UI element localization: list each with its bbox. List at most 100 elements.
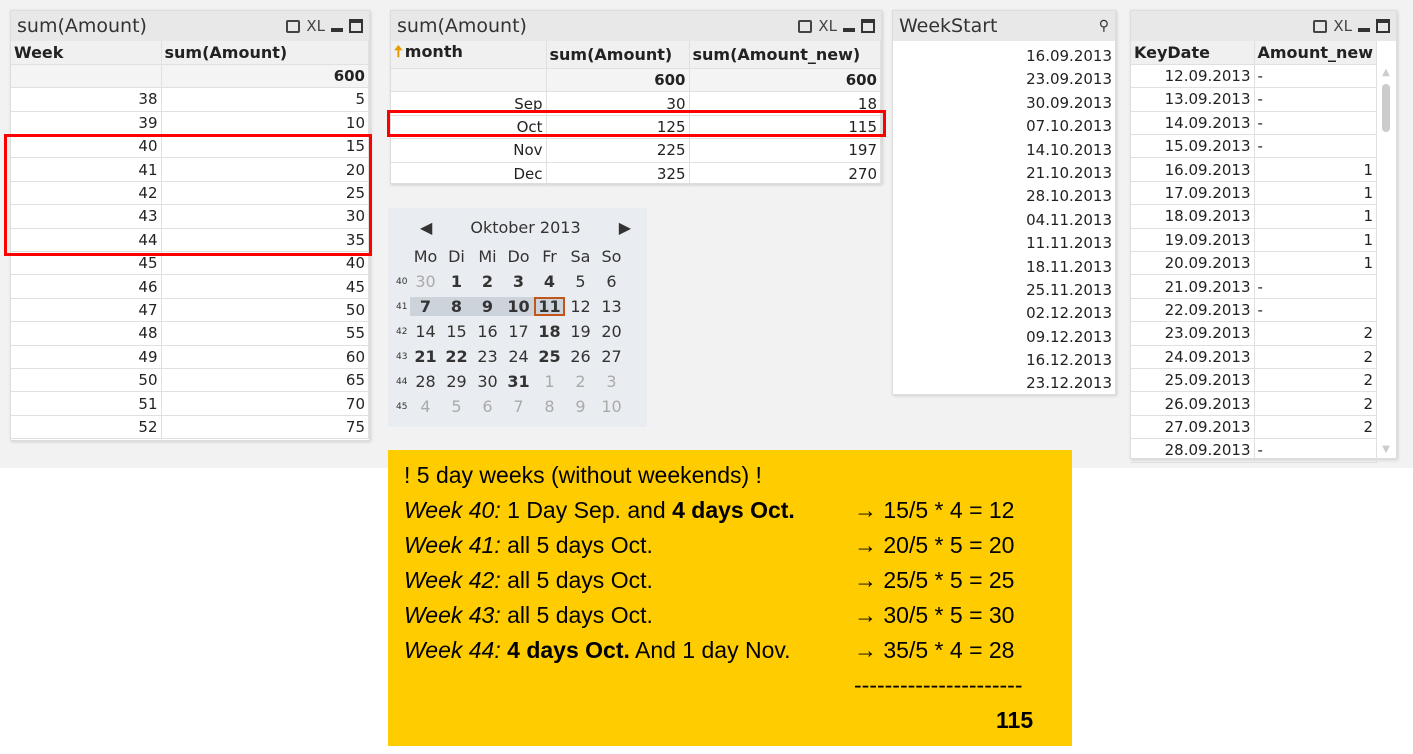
next-month-icon[interactable]: ▶ bbox=[619, 218, 631, 237]
table-cell: 16.09.2013 bbox=[1131, 157, 1255, 182]
excel-export-icon[interactable]: XL bbox=[818, 17, 837, 35]
maximize-icon[interactable] bbox=[1376, 19, 1390, 33]
scrollbar-thumb[interactable] bbox=[1382, 84, 1390, 132]
search-icon[interactable]: ⚲ bbox=[1099, 18, 1109, 34]
table-row: 25.09.2013 2 bbox=[1131, 368, 1377, 393]
calendar-day[interactable]: 19 bbox=[565, 322, 596, 341]
table-row: 20.09.2013 1 bbox=[1131, 251, 1377, 276]
calendar-day[interactable]: 2 bbox=[472, 272, 503, 291]
calendar-day[interactable]: 6 bbox=[472, 397, 503, 416]
calendar-day[interactable]: 30 bbox=[472, 372, 503, 391]
list-item[interactable]: 23.12.2013 bbox=[893, 372, 1115, 395]
calendar-day[interactable]: 13 bbox=[596, 297, 627, 316]
calendar-day[interactable]: 6 bbox=[596, 272, 627, 291]
list-item[interactable]: 18.11.2013 bbox=[893, 256, 1115, 279]
calendar-day[interactable]: 24 bbox=[503, 347, 534, 366]
table-cell: - bbox=[1254, 87, 1377, 112]
calendar-day[interactable]: 28 bbox=[410, 372, 441, 391]
calendar-day[interactable]: 3 bbox=[596, 372, 627, 391]
sort-arrow-icon[interactable]: 🠅 bbox=[394, 42, 403, 61]
calendar-day[interactable]: 23 bbox=[472, 347, 503, 366]
calendar-day[interactable]: 15 bbox=[441, 322, 472, 341]
list-item[interactable]: 21.10.2013 bbox=[893, 162, 1115, 185]
column-header[interactable]: Week bbox=[11, 41, 162, 65]
list-item[interactable]: 11.11.2013 bbox=[893, 232, 1115, 255]
column-header-label: Amount_new bbox=[1257, 42, 1374, 62]
calendar-week-row: 42 14 15 16 17 18 19 20 bbox=[396, 319, 627, 344]
list-item[interactable]: 16.09.2013 bbox=[893, 45, 1115, 68]
calendar-day[interactable]: 31 bbox=[503, 372, 534, 391]
calendar-day[interactable]: 12 bbox=[565, 297, 596, 316]
calendar-week-row: 45 4 5 6 7 8 9 10 bbox=[396, 394, 627, 419]
calendar-day[interactable]: 4 bbox=[534, 272, 565, 291]
column-header[interactable]: sum(Amount) bbox=[546, 41, 690, 69]
list-item[interactable]: 04.11.2013 bbox=[893, 209, 1115, 232]
calendar-day[interactable]: 9 bbox=[565, 397, 596, 416]
calendar-day[interactable]: 29 bbox=[441, 372, 472, 391]
column-header[interactable]: KeyDate bbox=[1131, 41, 1255, 65]
column-header[interactable]: sum(Amount_new) bbox=[689, 41, 881, 69]
column-header-label: sum(Amount) bbox=[549, 45, 673, 64]
week-label: Week 42: bbox=[404, 567, 501, 593]
print-icon[interactable] bbox=[798, 19, 813, 33]
calendar-day[interactable]: 25 bbox=[534, 347, 565, 366]
minimize-icon[interactable] bbox=[843, 28, 855, 32]
calendar-day[interactable]: 22 bbox=[441, 347, 472, 366]
calendar-day[interactable]: 21 bbox=[410, 347, 441, 366]
panel-caption: sum(Amount) XL bbox=[391, 11, 881, 41]
column-header[interactable]: 🠅 month bbox=[391, 41, 547, 69]
minimize-icon[interactable] bbox=[331, 28, 343, 32]
table-cell: 50 bbox=[11, 368, 162, 393]
totals-row: 600 600 bbox=[391, 68, 881, 93]
list-item[interactable]: 28.10.2013 bbox=[893, 185, 1115, 208]
column-header[interactable]: Amount_new bbox=[1254, 41, 1377, 65]
maximize-icon[interactable] bbox=[861, 19, 875, 33]
calendar-day[interactable]: 8 bbox=[441, 297, 472, 316]
scroll-up-icon[interactable]: ▲ bbox=[1378, 67, 1394, 78]
calendar-day[interactable]: 8 bbox=[534, 397, 565, 416]
print-icon[interactable] bbox=[286, 19, 301, 33]
scrollbar[interactable]: ▲ ▼ bbox=[1378, 67, 1394, 457]
calendar-day[interactable]: 9 bbox=[472, 297, 503, 316]
list-item[interactable]: 25.11.2013 bbox=[893, 279, 1115, 302]
calendar-day[interactable]: 2 bbox=[565, 372, 596, 391]
list-item[interactable]: 09.12.2013 bbox=[893, 326, 1115, 349]
calendar-day[interactable]: 4 bbox=[410, 397, 441, 416]
minimize-icon[interactable] bbox=[1358, 28, 1370, 32]
list-item[interactable]: 07.10.2013 bbox=[893, 115, 1115, 138]
calendar-day[interactable]: 3 bbox=[503, 272, 534, 291]
calendar-day[interactable]: 17 bbox=[503, 322, 534, 341]
calendar-day[interactable]: 16 bbox=[472, 322, 503, 341]
print-icon[interactable] bbox=[1313, 19, 1328, 33]
table-cell: 14.09.2013 bbox=[1131, 111, 1255, 136]
calendar-day[interactable]: 7 bbox=[503, 397, 534, 416]
table-row: 24.09.2013 2 bbox=[1131, 345, 1377, 369]
maximize-icon[interactable] bbox=[349, 19, 363, 33]
calendar-day[interactable]: 11 bbox=[534, 297, 565, 316]
calendar-day[interactable]: 30 bbox=[410, 272, 441, 291]
calendar-day[interactable]: 5 bbox=[565, 272, 596, 291]
list-item[interactable]: 23.09.2013 bbox=[893, 68, 1115, 91]
calendar-day[interactable]: 5 bbox=[441, 397, 472, 416]
calendar-day[interactable]: 14 bbox=[410, 322, 441, 341]
calendar-day[interactable]: 20 bbox=[596, 322, 627, 341]
calendar-day[interactable]: 1 bbox=[441, 272, 472, 291]
excel-export-icon[interactable]: XL bbox=[1333, 17, 1352, 35]
calendar-day[interactable]: 26 bbox=[565, 347, 596, 366]
list-item[interactable]: 16.12.2013 bbox=[893, 349, 1115, 372]
excel-export-icon[interactable]: XL bbox=[306, 17, 325, 35]
prev-month-icon[interactable]: ◀ bbox=[420, 218, 432, 237]
month-amount-table-panel: sum(Amount) XL 🠅 month sum(Amount) sum(Amou… bbox=[390, 10, 882, 186]
list-item[interactable]: 14.10.2013 bbox=[893, 139, 1115, 162]
calendar-day[interactable]: 1 bbox=[534, 372, 565, 391]
calendar-day[interactable]: 7 bbox=[410, 297, 441, 316]
scroll-down-icon[interactable]: ▼ bbox=[1378, 444, 1394, 455]
calendar-day[interactable]: 18 bbox=[534, 322, 565, 341]
calendar-day[interactable]: 10 bbox=[596, 397, 627, 416]
calendar-day[interactable]: 10 bbox=[503, 297, 534, 316]
calendar-day[interactable]: 27 bbox=[596, 347, 627, 366]
list-item[interactable]: 02.12.2013 bbox=[893, 302, 1115, 325]
table-cell: 48 bbox=[11, 321, 162, 346]
list-item[interactable]: 30.09.2013 bbox=[893, 92, 1115, 115]
column-header[interactable]: sum(Amount) bbox=[161, 41, 369, 65]
